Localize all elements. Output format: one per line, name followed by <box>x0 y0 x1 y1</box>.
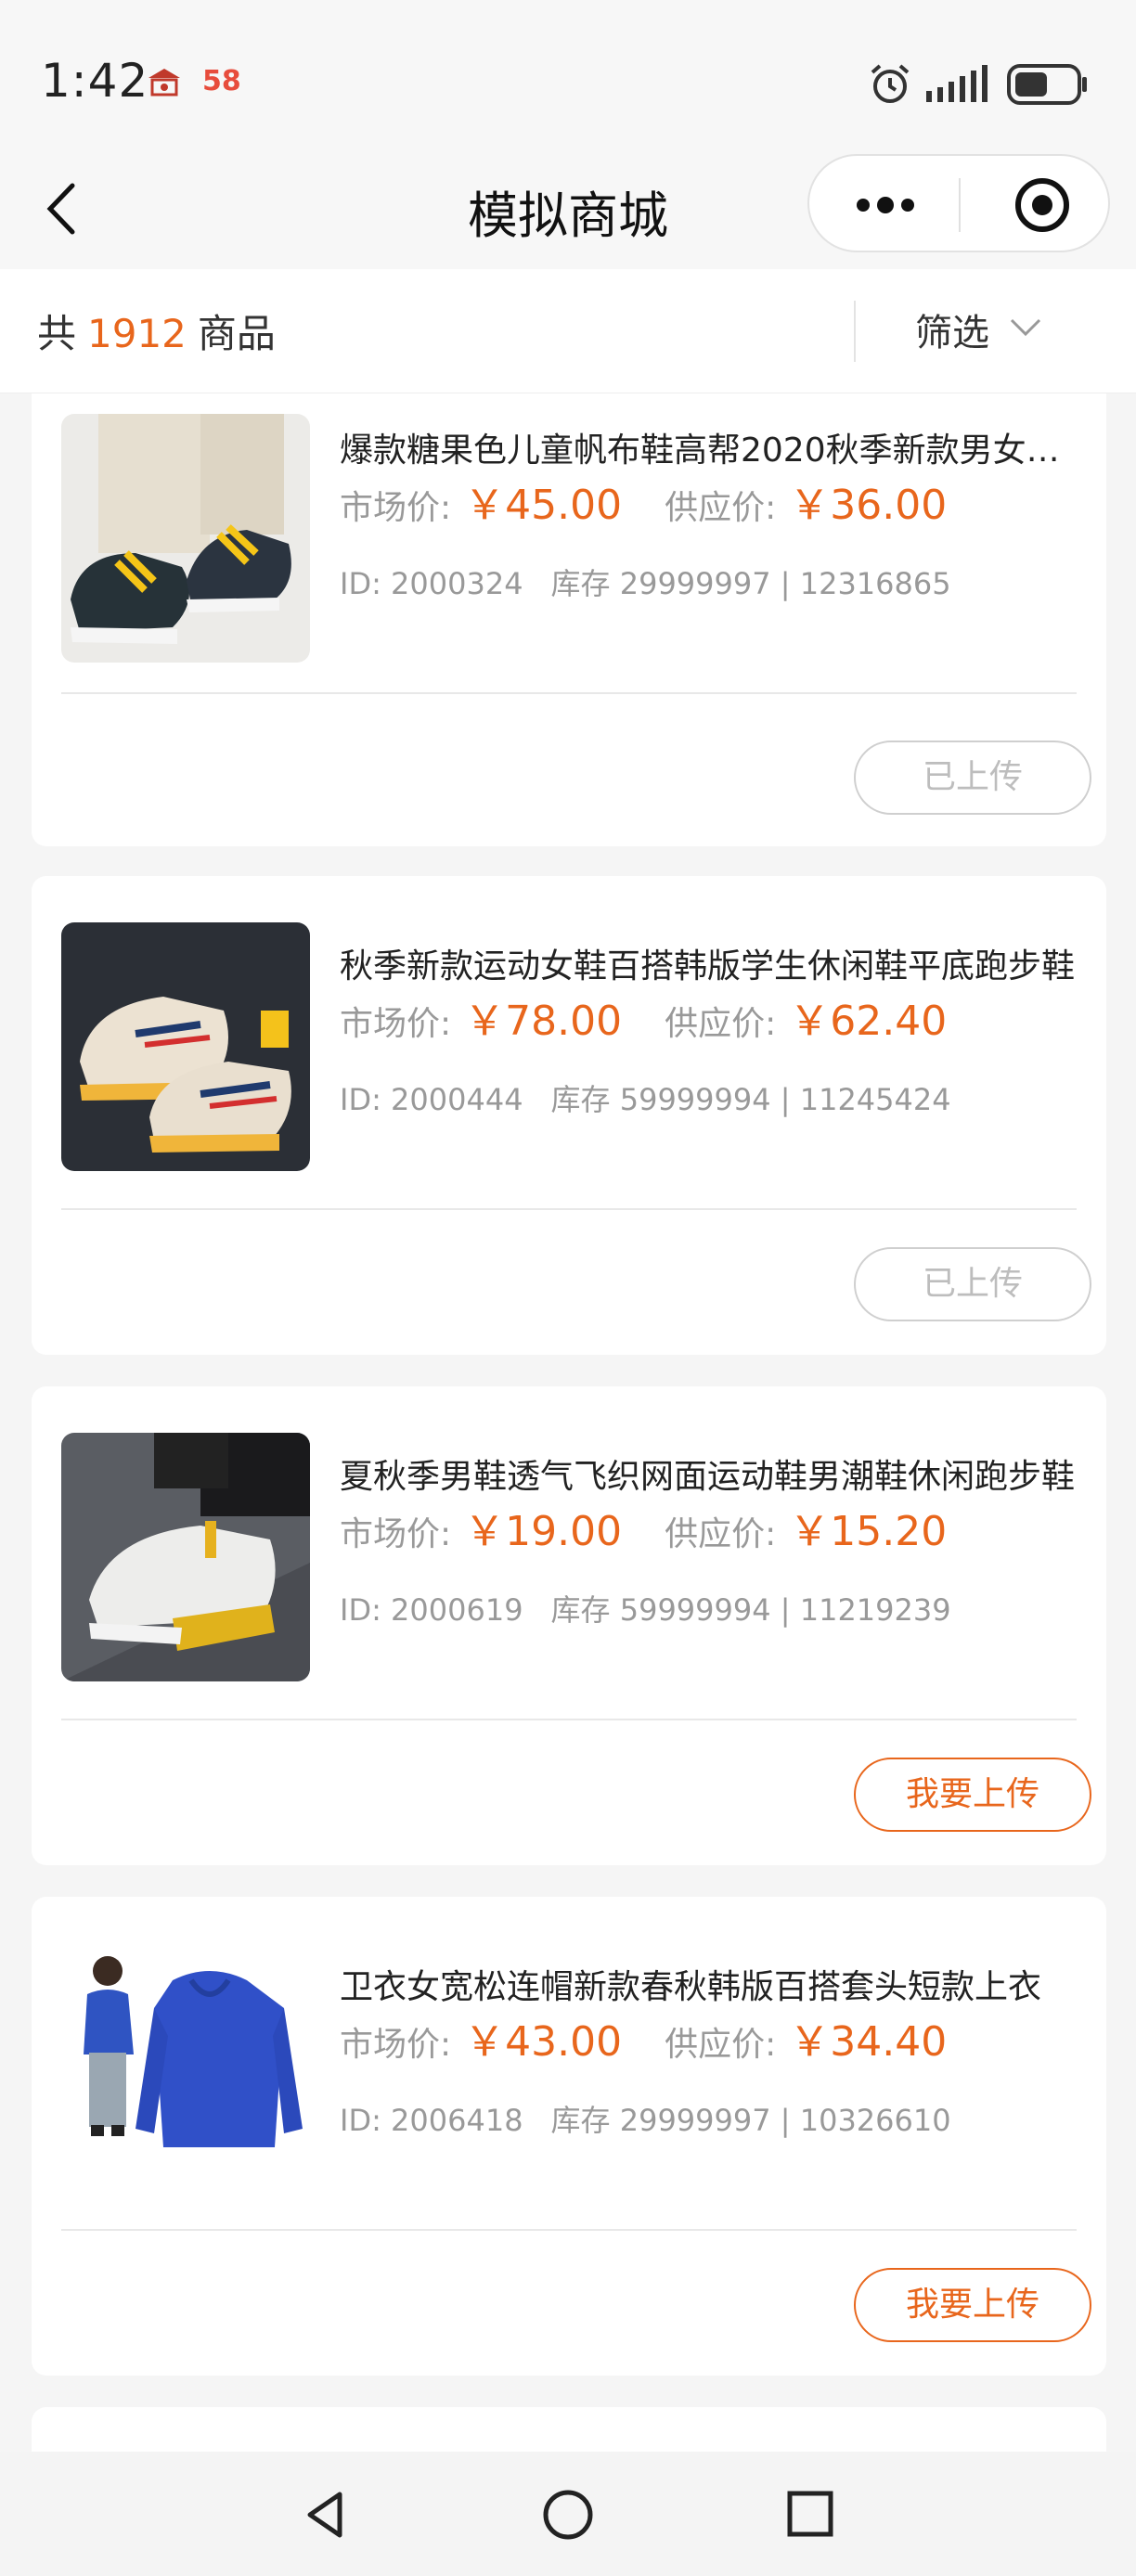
market-price: ￥78.00 <box>464 998 623 1045</box>
product-meta: ID: 2006418 库存 29999997 | 10326610 <box>340 2097 951 2140</box>
filter-button[interactable]: 筛选 <box>915 303 989 356</box>
product-name[interactable]: 秋季新款运动女鞋百搭韩版学生休闲鞋平底跑步鞋 <box>340 939 1082 987</box>
product-image[interactable] <box>61 414 310 663</box>
product-stock: 库存 59999994 | 11219239 <box>550 1592 951 1628</box>
more-icon[interactable] <box>848 182 923 228</box>
supply-price-label: 供应价: <box>665 2026 777 2064</box>
product-list: 爆款糖果色儿童帆布鞋高帮2020秋季新款男女童休闲鞋 市场价: ￥45.00 供应价… <box>0 393 1136 2452</box>
app-58-icon: 58 <box>202 65 241 97</box>
product-image[interactable] <box>61 1433 310 1681</box>
sys-back-icon[interactable] <box>299 2487 355 2543</box>
upload-button[interactable]: 我要上传 <box>854 1758 1091 1832</box>
target-icon[interactable] <box>1012 174 1073 236</box>
battery-icon <box>1007 64 1087 105</box>
product-id: ID: 2006418 <box>340 2103 523 2138</box>
supply-price: ￥15.20 <box>789 1508 948 1555</box>
product-prices: 市场价: ￥19.00 供应价: ￥15.20 <box>340 1498 947 1557</box>
nav-bar: 模拟商城 <box>0 148 1136 269</box>
product-stock: 库存 29999997 | 10326610 <box>550 2103 951 2138</box>
product-card[interactable]: 秋季新款运动女鞋百搭韩版学生休闲鞋平底跑步鞋 市场价: ￥78.00 供应价: ￥62… <box>32 876 1106 1355</box>
product-card[interactable]: 卫衣女宽松连帽新款春秋韩版百搭套头短款上衣 市场价: ￥43.00 供应价: ￥34.… <box>32 1897 1106 2376</box>
status-bar: 1:42 58 <box>0 0 1136 148</box>
product-prices: 市场价: ￥78.00 供应价: ￥62.40 <box>340 987 947 1047</box>
total-prefix: 共 <box>37 311 77 356</box>
product-image[interactable] <box>61 1943 310 2192</box>
supply-price-label: 供应价: <box>665 489 777 527</box>
market-price-label: 市场价: <box>340 1005 452 1043</box>
uploaded-button[interactable]: 已上传 <box>854 741 1091 815</box>
filter-bar: 共 1912 商品 筛选 <box>0 269 1136 393</box>
supply-price-label: 供应价: <box>665 1005 777 1043</box>
product-id: ID: 2000444 <box>340 1082 523 1117</box>
status-time: 1:42 <box>41 54 149 108</box>
product-prices: 市场价: ￥43.00 供应价: ￥34.40 <box>340 2008 947 2067</box>
app-58-label: 58 <box>202 65 241 97</box>
product-stock: 库存 59999994 | 11245424 <box>550 1082 951 1117</box>
product-id: ID: 2000619 <box>340 1592 523 1628</box>
market-price: ￥45.00 <box>464 482 623 529</box>
card-divider <box>61 692 1077 694</box>
card-divider <box>61 1719 1077 1720</box>
product-name[interactable]: 爆款糖果色儿童帆布鞋高帮2020秋季新款男女童休闲鞋 <box>340 423 1082 471</box>
product-id: ID: 2000324 <box>340 566 523 601</box>
capsule-divider <box>959 178 961 232</box>
total-number: 1912 <box>87 311 187 356</box>
product-name[interactable]: 卫衣女宽松连帽新款春秋韩版百搭套头短款上衣 <box>340 1960 1082 2008</box>
product-name[interactable]: 夏秋季男鞋透气飞织网面运动鞋男潮鞋休闲跑步鞋 <box>340 1449 1082 1498</box>
product-stock: 库存 29999997 | 12316865 <box>550 566 951 601</box>
mini-program-capsule <box>807 154 1110 252</box>
alarm-icon <box>871 64 910 103</box>
total-suffix: 商品 <box>197 311 276 356</box>
card-divider <box>61 2229 1077 2231</box>
supply-price: ￥36.00 <box>789 482 948 529</box>
product-card[interactable]: 夏秋季男鞋透气飞织网面运动鞋男潮鞋休闲跑步鞋 市场价: ￥19.00 供应价: ￥15… <box>32 1386 1106 1865</box>
product-image[interactable] <box>61 922 310 1171</box>
market-price-label: 市场价: <box>340 489 452 527</box>
market-price-label: 市场价: <box>340 2026 452 2064</box>
supply-price: ￥34.40 <box>789 2018 948 2066</box>
mall-page: 1:42 58 模拟商城 共 1912 商品 筛选 爆款糖果色儿童帆布鞋高帮20… <box>0 0 1136 2576</box>
filter-divider <box>854 301 856 362</box>
chevron-down-icon[interactable] <box>1008 314 1043 341</box>
product-prices: 市场价: ￥45.00 供应价: ￥36.00 <box>340 471 947 531</box>
upload-button[interactable]: 我要上传 <box>854 2268 1091 2342</box>
card-divider <box>61 1208 1077 1210</box>
supply-price: ￥62.40 <box>789 998 948 1045</box>
product-meta: ID: 2000324 库存 29999997 | 12316865 <box>340 560 951 603</box>
uploaded-button[interactable]: 已上传 <box>854 1247 1091 1321</box>
sys-recent-icon[interactable] <box>785 2489 835 2539</box>
signal-icon <box>926 65 988 102</box>
system-nav-bar <box>0 2452 1136 2576</box>
product-meta: ID: 2000619 库存 59999994 | 11219239 <box>340 1587 951 1629</box>
sys-home-icon[interactable] <box>540 2487 596 2543</box>
product-card[interactable]: 爆款糖果色儿童帆布鞋高帮2020秋季新款男女童休闲鞋 市场价: ￥45.00 供应价… <box>32 393 1106 846</box>
bank-app-icon <box>148 69 180 97</box>
market-price: ￥43.00 <box>464 2018 623 2066</box>
product-meta: ID: 2000444 库存 59999994 | 11245424 <box>340 1076 951 1119</box>
product-card[interactable] <box>32 2407 1106 2452</box>
market-price-label: 市场价: <box>340 1515 452 1553</box>
total-count: 共 1912 商品 <box>37 303 276 359</box>
market-price: ￥19.00 <box>464 1508 623 1555</box>
supply-price-label: 供应价: <box>665 1515 777 1553</box>
